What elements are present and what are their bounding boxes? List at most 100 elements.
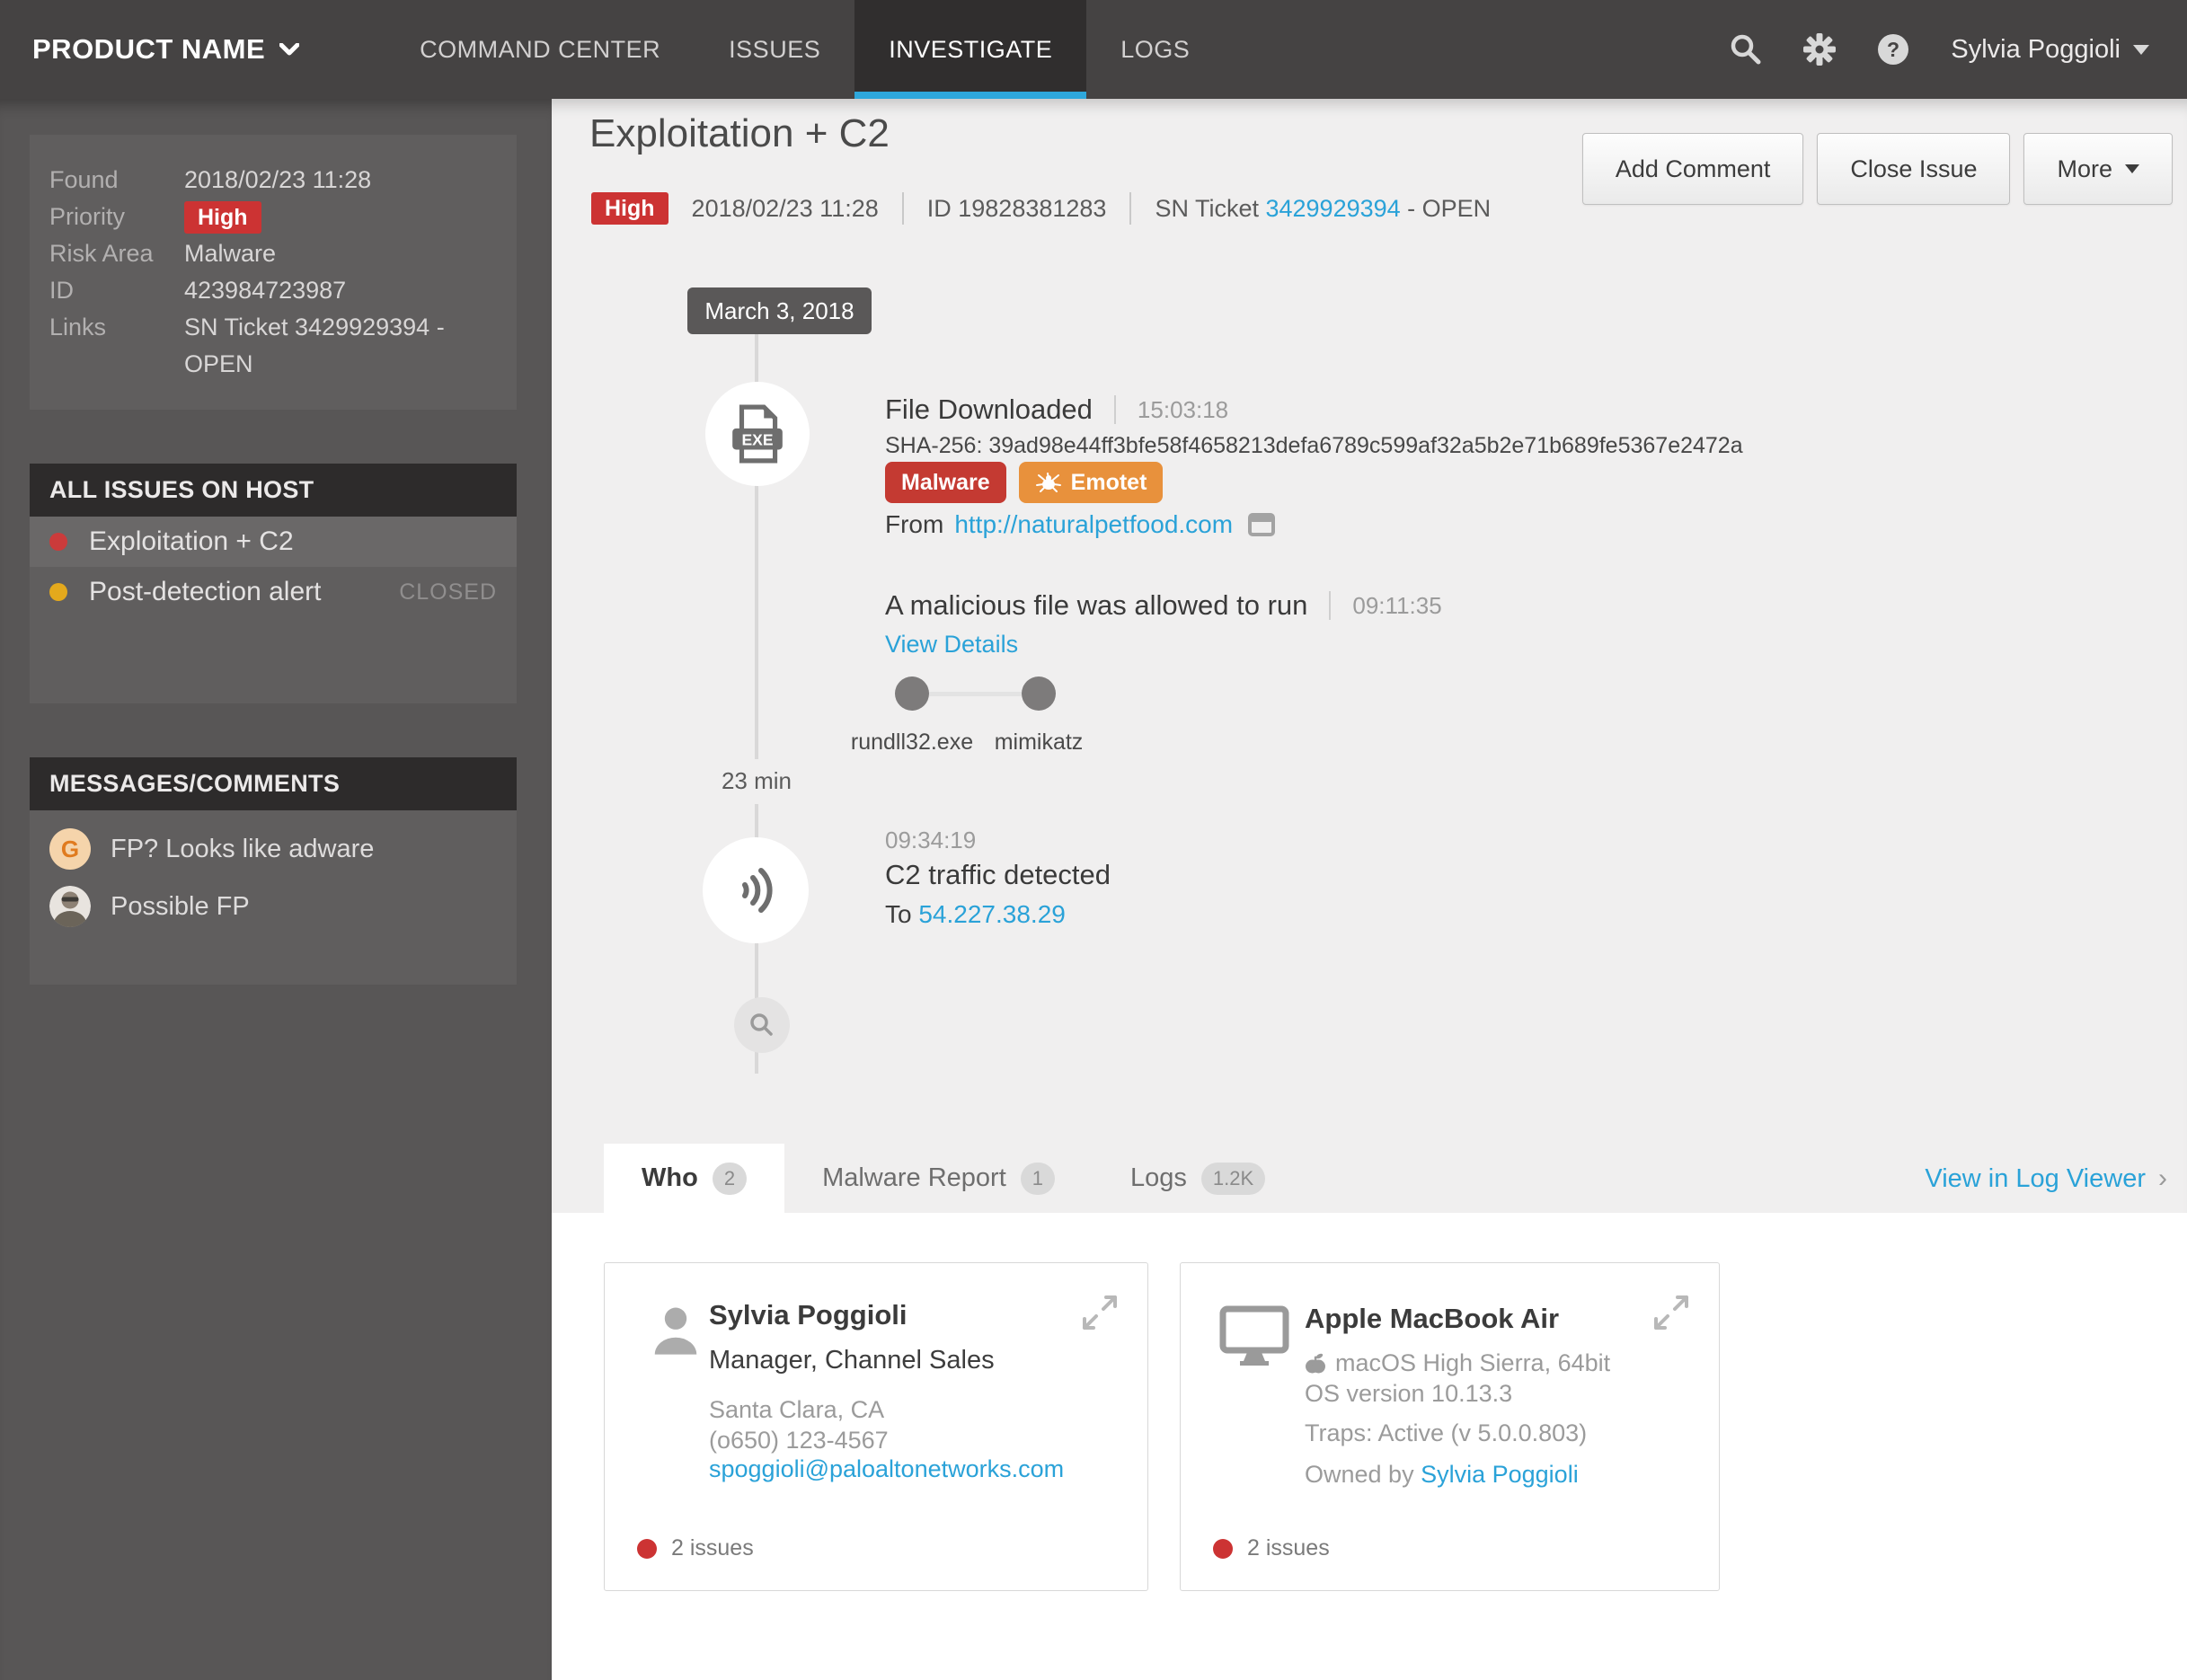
event-time: 09:11:35 — [1352, 591, 1442, 619]
info-row-links: Links SN Ticket 3429929394 - OPEN — [49, 309, 508, 383]
process-node-rundll32[interactable] — [895, 676, 929, 711]
device-traps-status: Traps: Active (v 5.0.0.803) — [1305, 1419, 1588, 1446]
priority-badge: High — [184, 200, 261, 234]
more-chevron-down-icon — [2125, 164, 2139, 173]
issue-status-closed: CLOSED — [399, 579, 497, 605]
issue-row-post-detection[interactable]: Post-detection alert CLOSED — [30, 567, 517, 617]
divider — [1129, 192, 1132, 225]
message-item[interactable]: Possible FP — [30, 879, 517, 934]
issue-id: ID 19828381283 — [926, 194, 1107, 222]
who-card-person: Sylvia Poggioli Manager, Channel Sales S… — [604, 1262, 1148, 1591]
tab-label: Malware Report — [822, 1163, 1006, 1192]
avatar-photo — [49, 886, 91, 927]
gear-icon[interactable] — [1803, 33, 1837, 66]
person-name: Sylvia Poggioli — [709, 1299, 908, 1331]
tab-label: Who — [642, 1163, 698, 1192]
view-details-link[interactable]: View Details — [885, 631, 1018, 659]
info-row-id: ID 423984723987 — [49, 272, 508, 309]
c2-traffic-node — [703, 837, 809, 943]
tab-label: Logs — [1130, 1163, 1187, 1192]
info-row-risk-area: Risk Area Malware — [49, 235, 508, 272]
avatar: G — [49, 828, 91, 870]
tab-malware-report[interactable]: Malware Report 1 — [784, 1144, 1093, 1213]
product-name: PRODUCT NAME — [32, 33, 266, 65]
sidebar: Found 2018/02/23 11:28 Priority High Ris… — [0, 99, 552, 1680]
product-menu[interactable]: PRODUCT NAME — [32, 0, 300, 99]
tab-count-badge: 1.2K — [1200, 1162, 1266, 1195]
person-email-link[interactable]: spoggioli@paloaltonetworks.com — [709, 1455, 1064, 1483]
nav-item-logs[interactable]: LOGS — [1086, 0, 1224, 99]
owned-by-label: Owned by — [1305, 1461, 1414, 1488]
from-row: From http://naturalpetfood.com — [885, 510, 1276, 539]
red-dot-icon — [637, 1538, 657, 1559]
spider-icon — [1035, 473, 1061, 492]
source-url-link[interactable]: http://naturalpetfood.com — [954, 510, 1233, 539]
user-menu[interactable]: Sylvia Poggioli — [1951, 35, 2149, 65]
sn-ticket-link[interactable]: 3429929394 — [1265, 195, 1400, 222]
process-node-mimikatz[interactable] — [1022, 676, 1056, 711]
close-issue-label: Close Issue — [1850, 155, 1978, 182]
info-value: Malware — [184, 240, 277, 267]
device-os: macOS High Sierra, 64bit — [1305, 1348, 1610, 1378]
view-in-log-viewer-link[interactable]: View in Log Viewer — [1925, 1164, 2146, 1194]
monitor-icon — [1219, 1305, 1289, 1366]
chevron-down-icon — [279, 43, 300, 56]
tab-who[interactable]: Who 2 — [604, 1144, 785, 1213]
navbar-right: ? Sylvia Poggioli — [1730, 0, 2149, 99]
info-value: 423984723987 — [184, 277, 347, 304]
action-buttons: Add Comment Close Issue More — [1581, 133, 2173, 205]
emotet-label: Emotet — [1070, 469, 1147, 495]
issue-label: Exploitation + C2 — [89, 526, 294, 556]
info-value: SN Ticket 3429929394 - OPEN — [184, 314, 445, 377]
person-phone: (o650) 123-4567 — [709, 1427, 889, 1454]
sn-ticket-label: SN Ticket — [1155, 194, 1259, 222]
c2-title: C2 traffic detected — [885, 859, 1111, 890]
owner-link[interactable]: Sylvia Poggioli — [1421, 1461, 1579, 1488]
user-chevron-down-icon — [2133, 44, 2149, 55]
message-item[interactable]: G FP? Looks like adware — [30, 821, 517, 877]
search-icon[interactable] — [1730, 33, 1762, 66]
messages-panel: MESSAGES/COMMENTS G FP? Looks like adwar… — [30, 757, 517, 985]
close-issue-button[interactable]: Close Issue — [1817, 133, 2011, 205]
messages-header: MESSAGES/COMMENTS — [30, 757, 517, 810]
window-icon[interactable] — [1247, 512, 1276, 537]
nav-item-investigate[interactable]: INVESTIGATE — [854, 0, 1087, 99]
tab-count-badge: 2 — [712, 1162, 748, 1195]
timeline-elapsed-label: 23 min — [721, 767, 792, 794]
detail-tabs: Who 2 Malware Report 1 Logs 1.2K — [604, 1144, 1303, 1213]
help-icon[interactable]: ? — [1877, 33, 1909, 66]
to-label: To — [885, 900, 912, 928]
device-issues: 2 issues — [1213, 1535, 1330, 1561]
more-button[interactable]: More — [2023, 133, 2173, 205]
issue-meta-row: High 2018/02/23 11:28 ID 19828381283 SN … — [591, 189, 1491, 228]
timeline-date-chip: March 3, 2018 — [687, 287, 872, 334]
tab-logs[interactable]: Logs 1.2K — [1093, 1144, 1303, 1213]
c2-ip-link[interactable]: 54.227.38.29 — [918, 900, 1066, 928]
exe-file-icon: EXE — [732, 404, 783, 464]
add-comment-label: Add Comment — [1615, 155, 1771, 182]
info-row-found: Found 2018/02/23 11:28 — [49, 162, 508, 199]
info-label: Links — [49, 314, 107, 340]
yellow-dot-icon — [49, 583, 67, 601]
allowed-to-run-header: A malicious file was allowed to run 09:1… — [885, 589, 1442, 622]
expand-icon[interactable] — [1651, 1292, 1692, 1333]
timeline-end-node — [734, 997, 790, 1053]
divider — [1113, 395, 1116, 424]
who-card-device: Apple MacBook Air macOS High Sierra, 64b… — [1180, 1262, 1720, 1591]
device-name: Apple MacBook Air — [1305, 1303, 1560, 1334]
issue-row-exploitation-c2[interactable]: Exploitation + C2 — [30, 517, 517, 567]
page-title: Exploitation + C2 — [589, 111, 890, 155]
event-title: A malicious file was allowed to run — [885, 589, 1308, 621]
nav-item-issues[interactable]: ISSUES — [695, 0, 854, 99]
nav-item-command-center[interactable]: COMMAND CENTER — [385, 0, 695, 99]
expand-icon[interactable] — [1079, 1292, 1120, 1333]
add-comment-button[interactable]: Add Comment — [1581, 133, 1804, 205]
svg-text:EXE: EXE — [741, 430, 773, 448]
nav-tabs: COMMAND CENTER ISSUES INVESTIGATE LOGS — [385, 0, 1224, 99]
person-icon — [654, 1307, 697, 1355]
device-os-version: OS version 10.13.3 — [1305, 1380, 1513, 1407]
info-label: Found — [49, 166, 119, 193]
apple-logo-icon — [1306, 1353, 1325, 1373]
all-issues-panel: ALL ISSUES ON HOST Exploitation + C2 Pos… — [30, 464, 517, 703]
main-content: Exploitation + C2 High 2018/02/23 11:28 … — [552, 99, 2187, 1680]
